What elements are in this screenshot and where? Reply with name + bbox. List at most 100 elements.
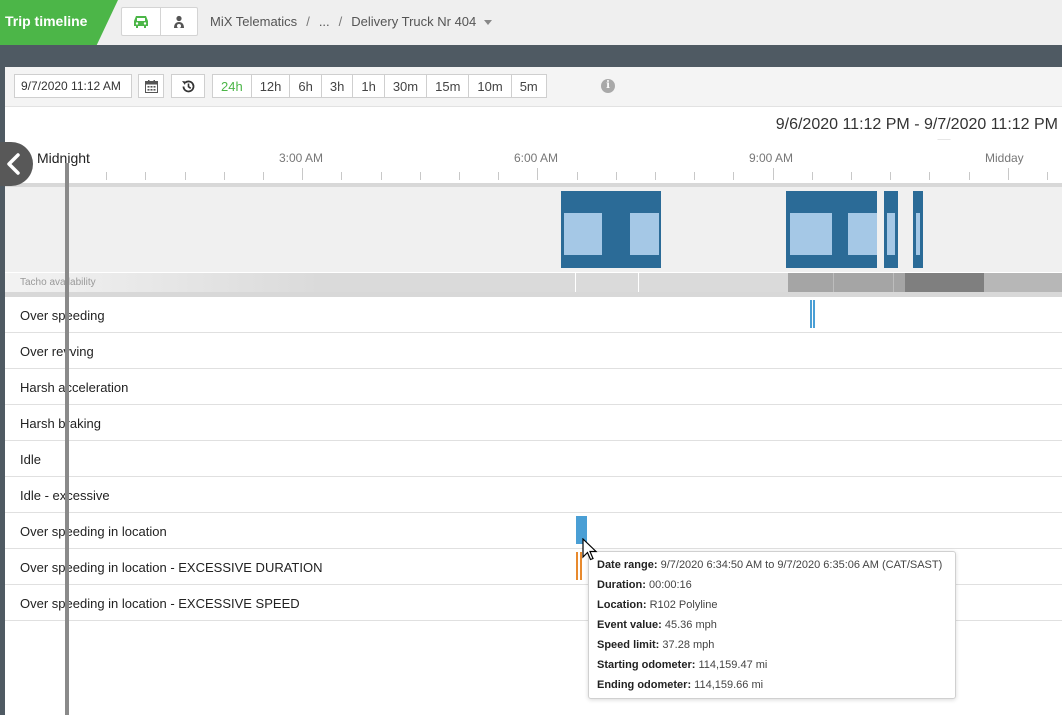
breadcrumb-root[interactable]: MiX Telematics [210,14,297,29]
axis-tick [929,172,930,180]
tooltip-starting-odometer: Starting odometer: 114,159.47 mi [597,657,947,677]
trip-segment[interactable] [913,191,923,268]
axis-tick [890,172,891,180]
range-30m-button[interactable]: 30m [383,75,426,97]
tacho-availability-lane: Tacho availability [5,272,1062,293]
axis-tick [381,172,382,180]
stop-segment[interactable] [564,213,602,255]
range-15m-button[interactable]: 15m [426,75,468,97]
history-icon [181,80,194,92]
calendar-button[interactable] [138,74,164,98]
range-6h-button[interactable]: 6h [289,75,320,97]
breadcrumb-separator: / [306,14,310,29]
event-row-harsh-acceleration: Harsh acceleration [5,369,1062,405]
tacho-segment [984,273,1062,293]
event-row-over-speeding: Over speeding [5,297,1062,333]
trip-segment[interactable] [884,191,898,268]
tooltip-value: 114,159.47 mi [698,659,768,671]
axis-tick [773,168,774,180]
tacho-segment [788,273,905,293]
event-row-label: Idle [20,452,41,467]
axis-tick [694,172,695,180]
top-bar: Trip timeline MiX Telematics / ... / Del… [0,0,1062,45]
range-3h-button[interactable]: 3h [320,75,352,97]
app-title: Trip timeline [0,0,118,45]
date-time-input[interactable] [14,74,132,98]
breadcrumb-ellipsis[interactable]: ... [319,14,330,29]
breadcrumb-separator: / [338,14,343,29]
breadcrumb-current[interactable]: Delivery Truck Nr 404 [351,14,476,29]
axis-tick [537,168,538,180]
tooltip-value: 114,159.66 mi [694,679,764,691]
axis-tick [185,172,186,180]
driver-view-button[interactable] [159,8,198,35]
stop-segment[interactable] [916,213,920,255]
axis-tick [655,172,656,180]
info-icon[interactable]: i [601,79,615,93]
tooltip-duration: Duration: 00:00:16 [597,577,947,597]
calendar-icon [144,79,158,93]
axis-label-3am: 3:00 AM [279,151,324,165]
event-row-over-revving: Over revving [5,333,1062,369]
stop-segment[interactable] [790,213,832,255]
event-row-idle: Idle [5,441,1062,477]
stop-segment[interactable] [887,213,895,255]
axis-tick [302,168,303,180]
trip-segment[interactable] [561,191,661,268]
vehicle-icon [133,15,148,28]
axis-tick [969,172,970,180]
timeline-panel: 24h 12h 6h 3h 1h 30m 15m 10m 5m i 9/6/20… [5,67,1062,715]
tacho-divider [833,273,834,293]
axis-tick [420,172,421,180]
range-12h-button[interactable]: 12h [250,75,290,97]
axis-tick [733,172,734,180]
tacho-divider [638,273,639,293]
tooltip-label: Event value: [597,619,662,631]
timeline-toolbar: 24h 12h 6h 3h 1h 30m 15m 10m 5m i [5,67,1062,107]
event-row-idle-excessive: Idle - excessive [5,477,1062,513]
axis-label-6am: 6:00 AM [514,151,559,165]
history-button[interactable] [171,74,205,98]
mouse-cursor-icon [582,538,598,561]
axis-tick [459,172,460,180]
vehicle-view-button[interactable] [122,8,160,35]
event-marker[interactable] [576,552,578,580]
event-marker[interactable] [813,300,815,328]
axis-label-midnight: Midnight [37,150,90,166]
view-mode-group [121,7,198,36]
event-row-harsh-braking: Harsh braking [5,405,1062,441]
breadcrumb: MiX Telematics / ... / Delivery Truck Nr… [210,14,493,29]
event-row-label: Over speeding [20,308,105,323]
tooltip-value: 9/7/2020 6:34:50 AM to 9/7/2020 6:35:06 … [660,559,943,571]
axis-tick [851,172,852,180]
chevron-down-icon[interactable] [484,20,493,25]
event-row-label: Harsh braking [20,416,101,431]
axis-label-midday: Midday [985,151,1024,165]
axis-ticks [5,166,1062,180]
axis-tick [224,172,225,180]
time-range-group: 24h 12h 6h 3h 1h 30m 15m 10m 5m [212,74,547,98]
event-marker[interactable] [810,300,812,328]
trip-segment[interactable] [786,191,877,268]
event-row-label: Over revving [20,344,94,359]
axis-label-9am: 9:00 AM [749,151,794,165]
stop-segment[interactable] [630,213,659,255]
event-row-label: Harsh acceleration [20,380,129,395]
tooltip-ending-odometer: Ending odometer: 114,159.66 mi [597,677,947,697]
tooltip-label: Ending odometer: [597,679,692,691]
event-row-label: Over speeding in location - EXCESSIVE SP… [20,596,300,611]
range-10m-button[interactable]: 10m [468,75,510,97]
axis-tick [1008,168,1009,180]
current-time-line[interactable] [65,163,69,715]
stop-segment[interactable] [848,213,877,255]
axis-tick [812,172,813,180]
tooltip-label: Starting odometer: [597,659,696,671]
tooltip-label: Speed limit: [597,639,660,651]
tooltip-label: Duration: [597,579,646,591]
range-5m-button[interactable]: 5m [510,75,546,97]
tooltip-location: Location: R102 Polyline [597,597,947,617]
range-1h-button[interactable]: 1h [352,75,383,97]
axis-tick [498,172,499,180]
range-24h-button[interactable]: 24h [213,75,251,97]
axis-tick [341,172,342,180]
